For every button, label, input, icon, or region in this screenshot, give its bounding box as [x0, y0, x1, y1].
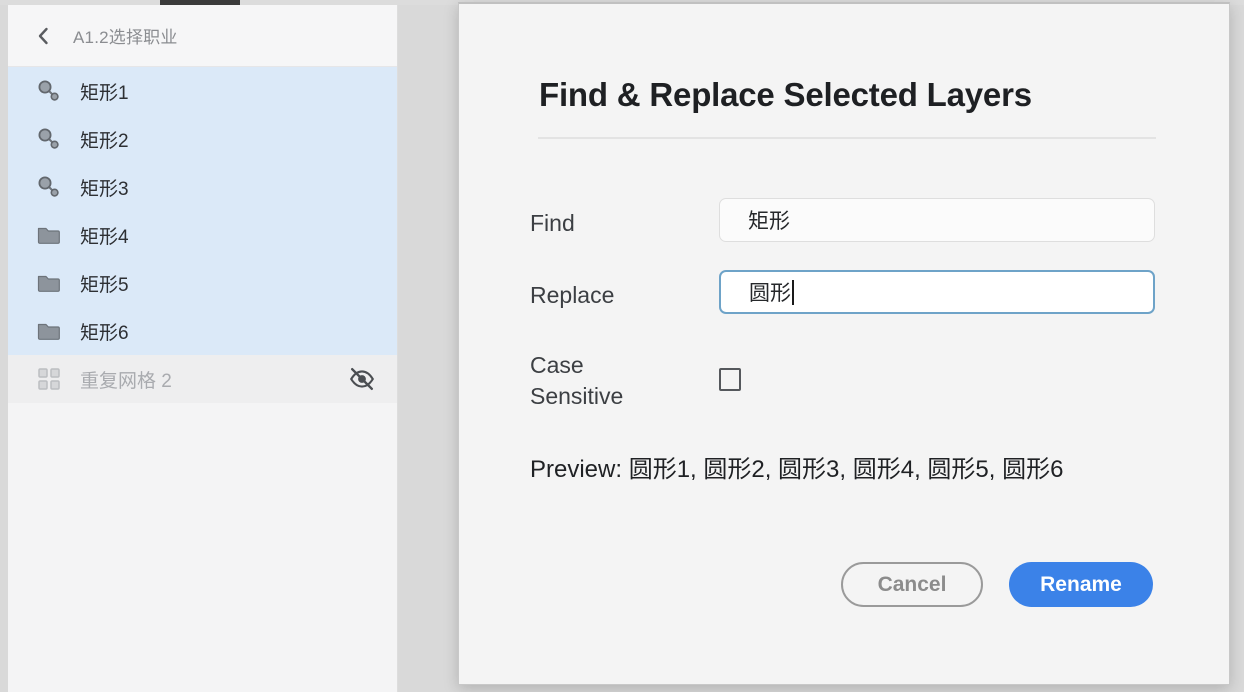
text-caret [792, 279, 794, 305]
eye-off-icon[interactable] [349, 366, 375, 392]
layer-row-label: 矩形1 [80, 82, 129, 104]
replace-input-value: 圆形 [749, 282, 791, 305]
grid-icon [38, 368, 60, 390]
component-icon [38, 128, 59, 149]
layers-panel: A1.2选择职业 矩形1 矩形2 矩形3 矩形4 矩形5 矩形6 重复网格 2 [8, 5, 398, 692]
breadcrumb-title: A1.2选择职业 [73, 28, 178, 47]
replace-label: Replace [530, 282, 615, 308]
chevron-left-icon[interactable] [35, 26, 51, 46]
folder-icon [37, 275, 60, 292]
layer-row-label: 矩形5 [80, 274, 129, 296]
layer-row-label: 矩形2 [80, 130, 129, 152]
component-icon [38, 176, 59, 197]
layer-row-label: 矩形6 [80, 322, 129, 344]
component-icon [38, 80, 59, 101]
layer-row-label: 矩形4 [80, 226, 129, 248]
cancel-button[interactable]: Cancel [841, 562, 983, 607]
folder-icon [37, 323, 60, 340]
layer-row[interactable]: 矩形6 [8, 307, 397, 355]
layer-row[interactable]: 重复网格 2 [8, 355, 397, 403]
find-input[interactable]: 矩形 [719, 198, 1155, 242]
layer-row[interactable]: 矩形3 [8, 163, 397, 211]
dialog-title: Find & Replace Selected Layers [539, 76, 1032, 113]
find-input-value: 矩形 [748, 210, 790, 233]
layer-row-label: 重复网格 2 [80, 370, 172, 392]
folder-icon [37, 227, 60, 244]
layer-row[interactable]: 矩形4 [8, 211, 397, 259]
find-replace-dialog: Find & Replace Selected Layers Find 矩形 R… [458, 2, 1230, 685]
replace-input[interactable]: 圆形 [719, 270, 1155, 314]
case-sensitive-label: Case Sensitive [530, 352, 624, 409]
layer-row-label: 矩形3 [80, 178, 129, 200]
rename-button[interactable]: Rename [1009, 562, 1153, 607]
dialog-actions: Cancel Rename [459, 562, 1231, 607]
preview-text: Preview: 圆形1, 圆形2, 圆形3, 圆形4, 圆形5, 圆形6 [530, 456, 1064, 483]
layer-row[interactable]: 矩形1 [8, 67, 397, 115]
layers-panel-header: A1.2选择职业 [8, 5, 397, 67]
dialog-divider [538, 137, 1156, 139]
layer-row[interactable]: 矩形5 [8, 259, 397, 307]
layer-row[interactable]: 矩形2 [8, 115, 397, 163]
find-label: Find [530, 210, 575, 236]
case-sensitive-checkbox[interactable] [719, 368, 741, 391]
layer-list: 矩形1 矩形2 矩形3 矩形4 矩形5 矩形6 重复网格 2 [8, 67, 397, 403]
